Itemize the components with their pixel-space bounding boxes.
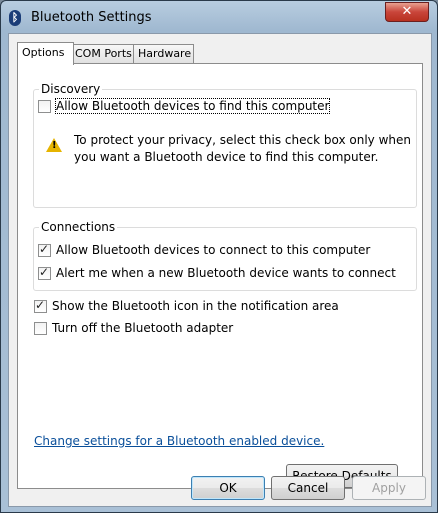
change-settings-link[interactable]: Change settings for a Bluetooth enabled … [34,434,324,448]
show-icon-row[interactable]: Show the Bluetooth icon in the notificat… [34,298,339,313]
apply-button[interactable]: Apply [352,476,426,500]
allow-connect-row[interactable]: Allow Bluetooth devices to connect to th… [38,242,371,257]
warning-icon: ! [46,138,62,152]
tab-options[interactable]: Options [17,42,74,65]
bluetooth-icon: ᛒ [9,10,21,26]
show-icon-label: Show the Bluetooth icon in the notificat… [52,299,339,313]
tab-hardware[interactable]: Hardware [133,44,194,63]
show-icon-checkbox[interactable] [34,298,47,313]
ok-button[interactable]: OK [191,476,265,500]
alert-checkbox[interactable] [38,265,51,280]
turn-off-row[interactable]: Turn off the Bluetooth adapter [34,321,233,335]
options-panel: Discovery Allow Bluetooth devices to fin… [17,63,423,489]
discovery-legend: Discovery [39,82,103,96]
allow-find-checkbox[interactable] [38,99,51,113]
warning-text-line2: you want a Bluetooth device to find this… [74,150,379,164]
turn-off-label: Turn off the Bluetooth adapter [52,321,234,335]
tab-com-ports[interactable]: COM Ports [70,44,135,63]
allow-find-row[interactable]: Allow Bluetooth devices to find this com… [38,98,331,114]
allow-connect-checkbox[interactable] [38,242,51,257]
dialog-client-area: Options COM Ports Hardware Discovery All… [8,33,432,507]
connections-group: Connections Allow Bluetooth devices to c… [33,220,417,291]
discovery-group: Discovery Allow Bluetooth devices to fin… [33,82,417,208]
allow-find-label: Allow Bluetooth devices to find this com… [54,98,331,114]
title-bar[interactable]: ᛒ Bluetooth Settings ✕ [1,1,437,35]
alert-row[interactable]: Alert me when a new Bluetooth device wan… [38,265,396,280]
alert-label: Alert me when a new Bluetooth device wan… [56,266,396,280]
allow-connect-label: Allow Bluetooth devices to connect to th… [56,243,371,257]
cancel-button[interactable]: Cancel [271,476,345,500]
close-button[interactable]: ✕ [385,2,429,22]
warning-text-line1: To protect your privacy, select this che… [74,133,411,147]
turn-off-checkbox[interactable] [34,321,47,335]
window-title: Bluetooth Settings [31,10,152,25]
connections-legend: Connections [39,220,118,234]
bluetooth-settings-window: ᛒ Bluetooth Settings ✕ Options COM Ports… [0,0,438,513]
